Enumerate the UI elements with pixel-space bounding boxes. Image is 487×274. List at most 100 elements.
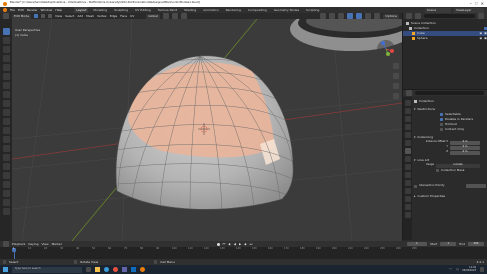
jump-end-icon[interactable]: ⏭	[250, 242, 253, 246]
menu-window[interactable]: Window	[41, 8, 53, 12]
menu-select[interactable]: Select	[65, 14, 74, 18]
maximize-icon[interactable]: □	[475, 2, 478, 5]
smooth-tool[interactable]	[2, 172, 10, 179]
properties-search-input[interactable]	[415, 91, 484, 95]
menu-add[interactable]: Add	[77, 14, 83, 18]
intersection-priority-row[interactable]: Intersection Priority	[414, 183, 486, 189]
record-icon[interactable]	[216, 242, 220, 246]
tool-tab-icon[interactable]	[404, 100, 411, 106]
blender-menu-icon[interactable]	[3, 8, 7, 12]
menu-file[interactable]: File	[10, 8, 15, 12]
wifi-icon[interactable]: ◠	[449, 268, 452, 271]
checkbox-icon[interactable]	[440, 118, 443, 121]
next-key-icon[interactable]: ◆	[244, 242, 246, 246]
filter-icon[interactable]	[478, 13, 484, 19]
add-cube-tool[interactable]	[2, 100, 10, 107]
checkbox-icon[interactable]	[440, 123, 443, 126]
view-layer-tab-icon[interactable]	[404, 124, 411, 130]
annotate-tool[interactable]	[2, 82, 10, 89]
viewport-canvas[interactable]	[12, 19, 402, 241]
minimize-icon[interactable]: –	[470, 1, 472, 6]
instance-offset-x-field[interactable]: 0 m	[450, 140, 480, 145]
jump-start-icon[interactable]: ⏮	[223, 242, 226, 246]
menu-help[interactable]: Help	[55, 8, 62, 12]
usage-dropdown[interactable]: Include	[436, 163, 480, 168]
pan-icon[interactable]	[393, 73, 399, 79]
instance-offset-z-field[interactable]: 0 m	[450, 150, 480, 155]
edge-select-icon[interactable]	[40, 14, 45, 18]
transform-tool[interactable]	[2, 73, 10, 80]
checkbox-icon[interactable]	[414, 184, 417, 188]
rotate-tool[interactable]	[2, 55, 10, 62]
clock[interactable]: 11:42 04/04/2023	[462, 266, 476, 273]
physics-tab-icon[interactable]	[404, 180, 411, 186]
volume-icon[interactable]: ◁	[456, 268, 458, 271]
zoom-icon[interactable]	[393, 63, 399, 69]
menu-view[interactable]: View	[55, 14, 62, 18]
start-frame-field[interactable]: 1	[440, 242, 457, 246]
rip-region-tool[interactable]	[2, 208, 10, 215]
menu-playback[interactable]: Playback	[12, 242, 25, 246]
menu-render[interactable]: Render	[27, 8, 38, 12]
select-box-tool[interactable]	[2, 28, 10, 35]
edge-browser-icon[interactable]	[104, 267, 109, 272]
properties-editor-icon[interactable]	[406, 90, 412, 96]
mode-selector[interactable]: Edit Mode	[12, 13, 31, 19]
display-mode-icon[interactable]	[415, 13, 421, 19]
outliner-search-input[interactable]	[424, 14, 475, 18]
windows-start-icon[interactable]	[3, 267, 8, 272]
object-tab-icon[interactable]	[404, 156, 411, 162]
file-explorer-icon[interactable]	[95, 267, 100, 272]
vertex-select-icon[interactable]	[33, 14, 38, 18]
eye-icon[interactable]: ◉	[480, 37, 483, 40]
extrude-tool[interactable]	[2, 109, 10, 116]
world-tab-icon[interactable]	[404, 140, 411, 146]
particles-tab-icon[interactable]	[404, 172, 411, 178]
end-frame-field[interactable]: 250	[468, 242, 485, 246]
outlook-icon[interactable]	[131, 267, 136, 272]
collection-tab-icon[interactable]	[404, 148, 411, 154]
scene-tab-icon[interactable]	[404, 132, 411, 138]
menu-face[interactable]: Face	[120, 14, 127, 18]
taskbar-search-input[interactable]: Type here to search	[12, 266, 82, 273]
data-tab-icon[interactable]	[404, 196, 411, 202]
menu-edge[interactable]: Edge	[110, 14, 118, 18]
options-button[interactable]: Options	[383, 13, 399, 19]
play-icon[interactable]: ▶	[239, 242, 241, 246]
collection-mask-row[interactable]: Collection Mask	[414, 168, 486, 173]
blender-taskbar-icon[interactable]	[140, 267, 145, 272]
checkbox-icon[interactable]	[436, 169, 439, 172]
teams-icon[interactable]	[122, 267, 127, 272]
constraints-tab-icon[interactable]	[404, 188, 411, 194]
outliner-row-sphere[interactable]: Sphere ◉ ▣	[403, 36, 487, 41]
instance-offset-y-field[interactable]: 0 m	[450, 145, 480, 150]
play-reverse-icon[interactable]: ◀	[234, 242, 236, 246]
scale-tool[interactable]	[2, 64, 10, 71]
inset-tool[interactable]	[2, 118, 10, 125]
menu-mesh[interactable]: Mesh	[86, 14, 94, 18]
camera-view-icon[interactable]	[393, 83, 399, 89]
edge-slide-tool[interactable]	[2, 181, 10, 188]
prev-key-icon[interactable]: ◆	[228, 242, 230, 246]
poly-build-tool[interactable]	[2, 154, 10, 161]
shear-tool[interactable]	[2, 199, 10, 206]
menu-keying[interactable]: Keying	[28, 242, 38, 246]
material-tab-icon[interactable]	[404, 204, 411, 210]
notification-icon[interactable]	[480, 267, 484, 272]
view-layer-selector[interactable]: ViewLayer	[454, 7, 484, 13]
task-view-icon[interactable]	[86, 267, 91, 272]
checkbox-icon[interactable]	[440, 128, 443, 131]
bevel-tool[interactable]	[2, 127, 10, 134]
scene-selector[interactable]: Scene	[425, 7, 451, 13]
modifier-tab-icon[interactable]	[404, 164, 411, 170]
menu-vertex[interactable]: Vertex	[97, 14, 107, 18]
loop-cut-tool[interactable]	[2, 136, 10, 143]
chrome-icon[interactable]	[113, 267, 118, 272]
menu-marker[interactable]: Marker	[52, 242, 62, 246]
panel-custom-properties[interactable]: ▸ Custom Properties	[414, 193, 486, 199]
shrink-fatten-tool[interactable]	[2, 190, 10, 197]
timeline-area[interactable]: 1 10 20 30 40 50 60 70 80 90 100 110 120…	[0, 247, 487, 259]
indirect-only-row[interactable]: Indirect Only	[414, 127, 486, 132]
menu-timeline-view[interactable]: View	[41, 242, 48, 246]
current-frame-field[interactable]: 1	[406, 242, 427, 246]
